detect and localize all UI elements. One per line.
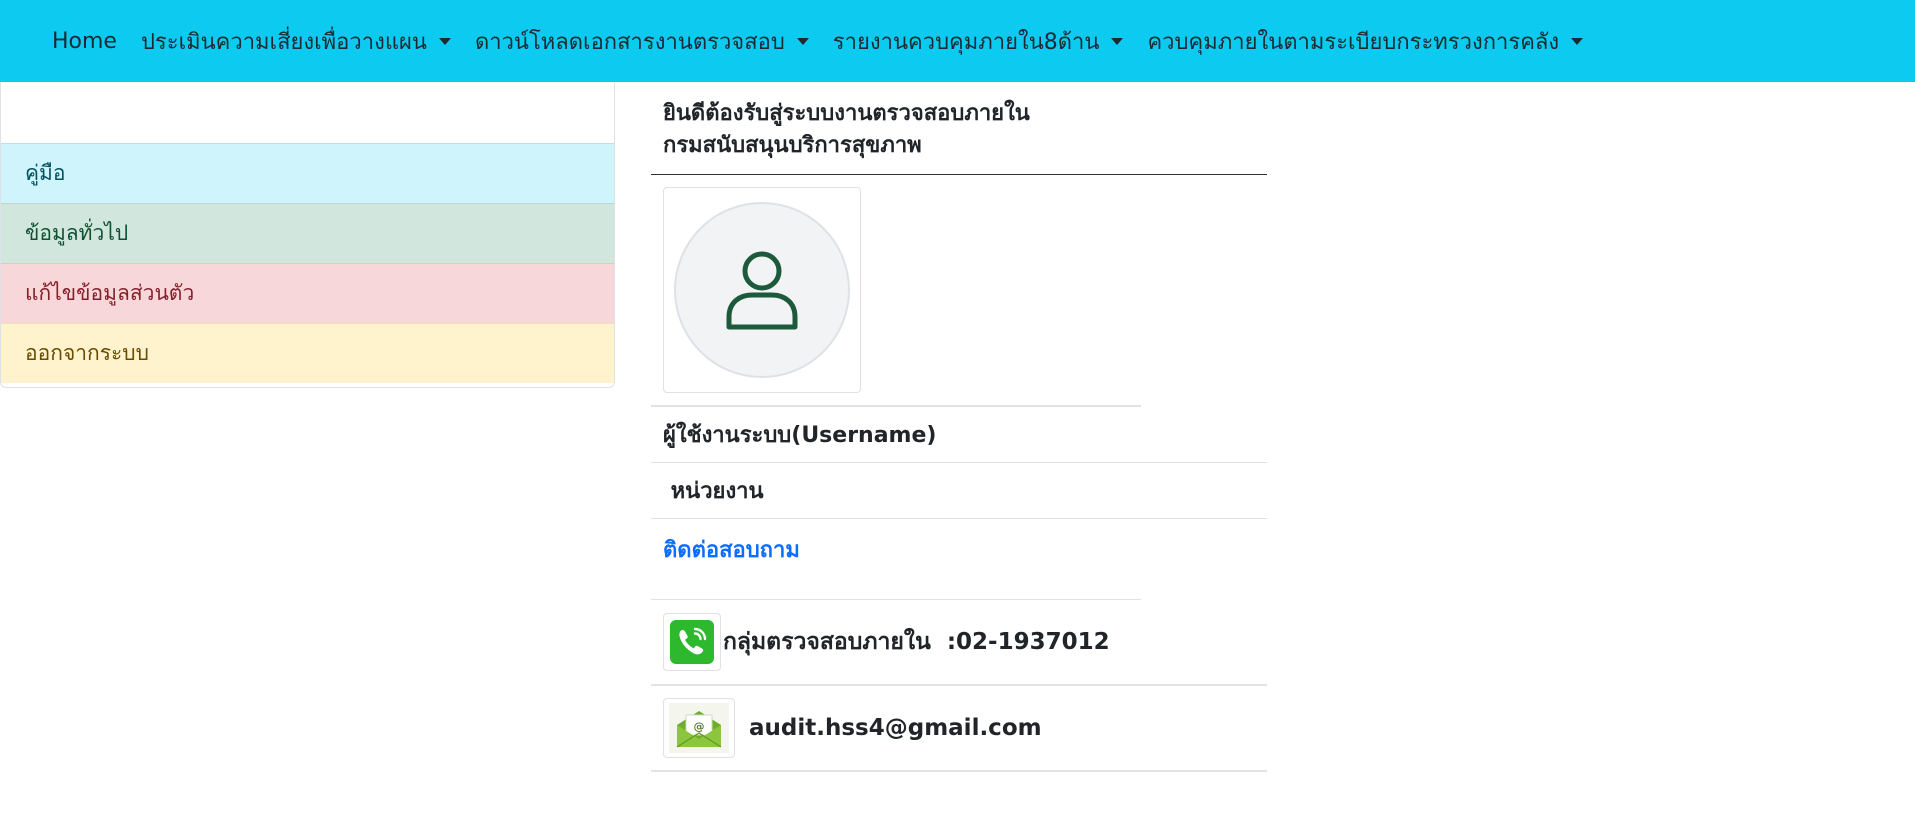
contact-us-link[interactable]: ติดต่อสอบถาม [651,519,1267,579]
sidebar-spacer [1,82,614,143]
contact-us-label: ติดต่อสอบถาม [663,537,800,563]
sidebar-menu: คู่มือ ข้อมูลทั่วไป แก้ไขข้อมูลส่วนตัว อ… [0,82,615,388]
caret-down-icon [438,37,451,45]
nav-home[interactable]: Home [40,29,129,54]
nav-risk-assessment-dropdown[interactable]: ประเมินความเสี่ยงเพื่อวางแผน [129,24,463,59]
phone-contact-text: กลุ่มตรวจสอบภายใน :02-1937012 [723,629,1110,655]
sidebar-item-manual[interactable]: คู่มือ [1,143,614,203]
nav-home-label: Home [52,28,117,54]
username-row: ผู้ใช้งานระบบ(Username) [651,407,1267,463]
nav-finance-regulation-label: ควบคุมภายในตามระเบียบกระทรวงการคลัง [1147,29,1560,55]
avatar-card [663,187,861,393]
nav-internal-control-report-label: รายงานควบคุมภายใน8ด้าน [832,29,1100,55]
nav-finance-regulation-dropdown[interactable]: ควบคุมภายในตามระเบียบกระทรวงการคลัง [1135,24,1595,59]
email-contact-row: @ audit.hss4@gmail.com [651,686,1267,772]
department-label: หน่วยงาน [663,479,764,504]
phone-contact-row: กลุ่มตรวจสอบภายใน :02-1937012 [651,600,1267,686]
welcome-heading: ยินดีต้องรับสู่ระบบงานตรวจสอบภายใน กรมสน… [651,82,1267,175]
email-icon-box: @ [663,698,735,758]
main-content: ยินดีต้องรับสู่ระบบงานตรวจสอบภายใน กรมสน… [651,82,1267,772]
welcome-line-2: กรมสนับสนุนบริการสุขภาพ [663,133,922,158]
top-navbar: Home ประเมินความเสี่ยงเพื่อวางแผน ดาวน์โ… [0,0,1915,82]
department-row: หน่วยงาน [651,463,1267,519]
sidebar-item-general-info[interactable]: ข้อมูลทั่วไป [1,203,614,263]
nav-download-documents-dropdown[interactable]: ดาวน์โหลดเอกสารงานตรวจสอบ [463,24,821,59]
sidebar-item-label: ออกจากระบบ [25,341,149,365]
caret-down-icon [1571,37,1584,45]
welcome-line-1: ยินดีต้องรับสู่ระบบงานตรวจสอบภายใน [663,101,1030,126]
caret-down-icon [796,37,809,45]
username-label: ผู้ใช้งานระบบ(Username) [663,423,937,448]
svg-text:@: @ [694,720,705,733]
sidebar-item-label: ข้อมูลทั่วไป [25,221,129,245]
sidebar-item-edit-profile[interactable]: แก้ไขข้อมูลส่วนตัว [1,263,614,323]
sidebar-item-logout[interactable]: ออกจากระบบ [1,323,614,383]
nav-risk-assessment-label: ประเมินความเสี่ยงเพื่อวางแผน [140,29,427,55]
phone-icon-box [663,613,721,671]
avatar [674,202,850,378]
email-icon: @ [669,703,729,753]
sidebar-item-label: แก้ไขข้อมูลส่วนตัว [25,281,195,305]
caret-down-icon [1111,37,1124,45]
user-icon [726,251,798,330]
sidebar-item-label: คู่มือ [25,161,66,185]
nav-download-documents-label: ดาวน์โหลดเอกสารงานตรวจสอบ [474,29,785,55]
phone-icon [670,620,714,664]
email-contact-text: audit.hss4@gmail.com [749,715,1042,741]
nav-internal-control-report-dropdown[interactable]: รายงานควบคุมภายใน8ด้าน [821,24,1136,59]
